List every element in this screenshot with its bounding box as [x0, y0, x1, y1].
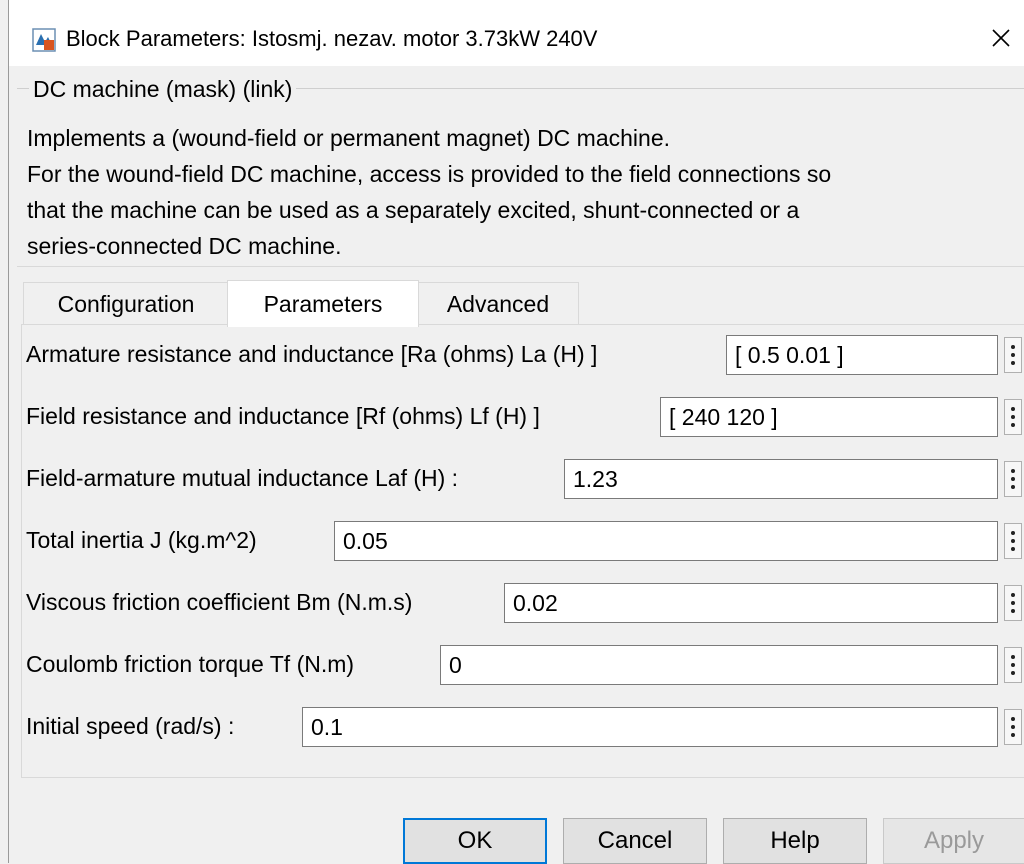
armature-ra-la-field[interactable] [726, 335, 998, 375]
param-label: Field-armature mutual inductance Laf (H)… [26, 465, 459, 491]
param-row-coulomb: Coulomb friction torque Tf (N.m) [22, 645, 1024, 685]
help-button[interactable]: Help [723, 818, 867, 864]
tab-advanced[interactable]: Advanced [417, 282, 579, 325]
apply-button[interactable]: Apply [883, 818, 1024, 864]
simulink-block-icon [32, 28, 56, 52]
mask-description: Implements a (wound-field or permanent m… [27, 120, 1017, 264]
tab-parameters[interactable]: Parameters [227, 280, 419, 327]
block-parameters-dialog: Block Parameters: Istosmj. nezav. motor … [8, 0, 1024, 864]
parameters-panel: Armature resistance and inductance [Ra (… [21, 324, 1024, 778]
description-line: Implements a (wound-field or permanent m… [27, 125, 671, 151]
vertical-ellipsis-icon[interactable] [1004, 399, 1022, 435]
param-row-laf: Field-armature mutual inductance Laf (H)… [22, 459, 1024, 499]
inertia-j-field[interactable] [334, 521, 998, 561]
description-line: For the wound-field DC machine, access i… [27, 161, 832, 187]
tab-configuration[interactable]: Configuration [23, 282, 229, 325]
cancel-button[interactable]: Cancel [563, 818, 707, 864]
vertical-ellipsis-icon[interactable] [1004, 523, 1022, 559]
param-label: Coulomb friction torque Tf (N.m) [26, 651, 355, 677]
description-line: series-connected DC machine. [27, 233, 342, 259]
param-label: Initial speed (rad/s) : [26, 713, 235, 739]
tab-bar: Configuration Parameters Advanced [23, 280, 1024, 327]
param-row-viscous: Viscous friction coefficient Bm (N.m.s) [22, 583, 1024, 623]
vertical-ellipsis-icon[interactable] [1004, 647, 1022, 683]
title-bar: Block Parameters: Istosmj. nezav. motor … [9, 0, 1024, 66]
vertical-ellipsis-icon[interactable] [1004, 461, 1022, 497]
viscous-friction-bm-field[interactable] [504, 583, 998, 623]
initial-speed-field[interactable] [302, 707, 998, 747]
close-icon [992, 29, 1010, 47]
param-row-inertia: Total inertia J (kg.m^2) [22, 521, 1024, 561]
description-line: that the machine can be used as a separa… [27, 197, 800, 223]
group-divider [17, 266, 1024, 267]
coulomb-friction-tf-field[interactable] [440, 645, 998, 685]
vertical-ellipsis-icon[interactable] [1004, 585, 1022, 621]
param-row-initial-speed: Initial speed (rad/s) : [22, 707, 1024, 747]
vertical-ellipsis-icon[interactable] [1004, 709, 1022, 745]
laf-field[interactable] [564, 459, 998, 499]
vertical-ellipsis-icon[interactable] [1004, 337, 1022, 373]
window-title: Block Parameters: Istosmj. nezav. motor … [66, 26, 598, 51]
mask-group-title: DC machine (mask) (link) [29, 76, 297, 103]
param-label: Total inertia J (kg.m^2) [26, 527, 257, 553]
param-label: Armature resistance and inductance [Ra (… [26, 341, 598, 367]
close-button[interactable] [983, 20, 1019, 56]
param-label: Field resistance and inductance [Rf (ohm… [26, 403, 540, 429]
ok-button[interactable]: OK [403, 818, 547, 864]
param-label: Viscous friction coefficient Bm (N.m.s) [26, 589, 413, 615]
param-row-armature: Armature resistance and inductance [Ra (… [22, 335, 1024, 375]
field-rf-lf-field[interactable] [660, 397, 998, 437]
param-row-field: Field resistance and inductance [Rf (ohm… [22, 397, 1024, 437]
